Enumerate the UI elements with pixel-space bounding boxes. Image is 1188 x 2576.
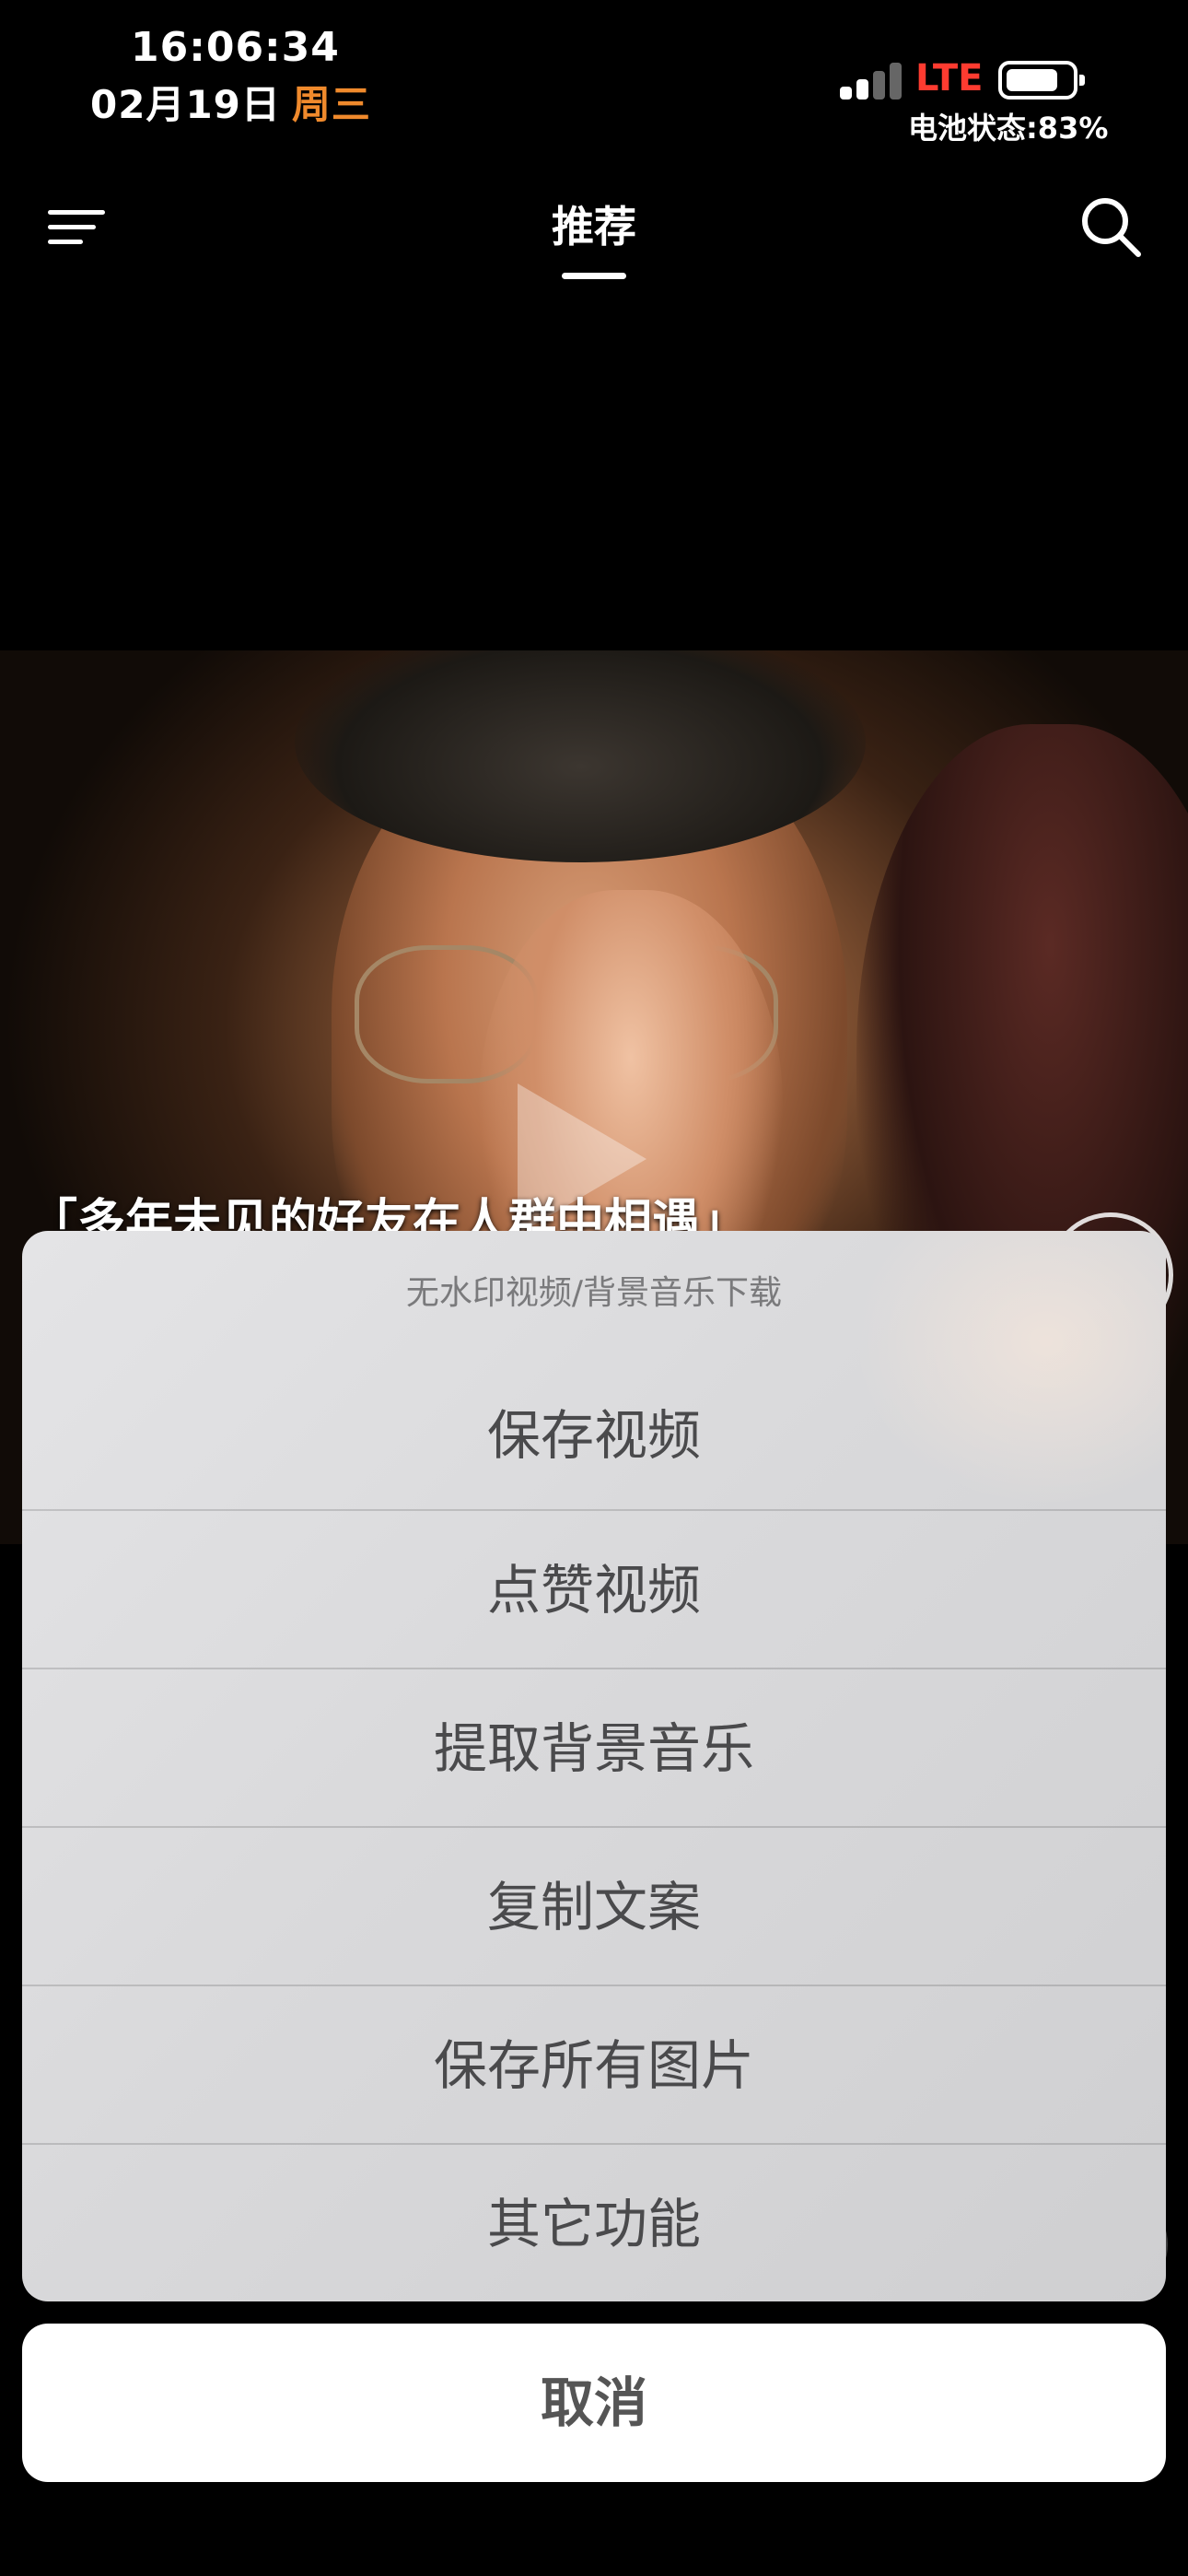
network-type: LTE bbox=[915, 57, 984, 100]
status-bar: 16:06:34 02月19日 周三 LTE 电池状态:83% bbox=[0, 0, 1188, 147]
status-date-text: 02月19日 bbox=[90, 82, 281, 127]
other-functions-button[interactable]: 其它功能 bbox=[22, 2145, 1166, 2301]
status-date: 02月19日 周三 bbox=[90, 74, 371, 130]
action-sheet-title: 无水印视频/背景音乐下载 bbox=[405, 1274, 783, 1312]
like-video-button[interactable]: 点赞视频 bbox=[22, 1511, 1166, 1669]
search-icon[interactable] bbox=[1077, 193, 1144, 260]
copy-text-button[interactable]: 复制文案 bbox=[22, 1828, 1166, 1986]
action-sheet: 无水印视频/背景音乐下载 保存视频 点赞视频 提取背景音乐 复制文案 保存所有图… bbox=[22, 1231, 1166, 2301]
tab-recommend[interactable]: 推荐 bbox=[0, 193, 1188, 254]
tab-active-indicator bbox=[562, 273, 626, 279]
extract-music-button[interactable]: 提取背景音乐 bbox=[22, 1669, 1166, 1828]
save-all-images-button[interactable]: 保存所有图片 bbox=[22, 1986, 1166, 2145]
battery-status-text: 电池状态:83% bbox=[908, 111, 1109, 146]
signal-icon bbox=[840, 59, 904, 100]
status-time: 16:06:34 bbox=[131, 24, 340, 71]
top-nav: 推荐 bbox=[0, 175, 1188, 295]
save-video-button[interactable]: 保存视频 bbox=[22, 1356, 1166, 1515]
cancel-button[interactable]: 取消 bbox=[22, 2324, 1166, 2482]
status-weekday: 周三 bbox=[291, 82, 371, 127]
battery-icon bbox=[998, 61, 1085, 100]
